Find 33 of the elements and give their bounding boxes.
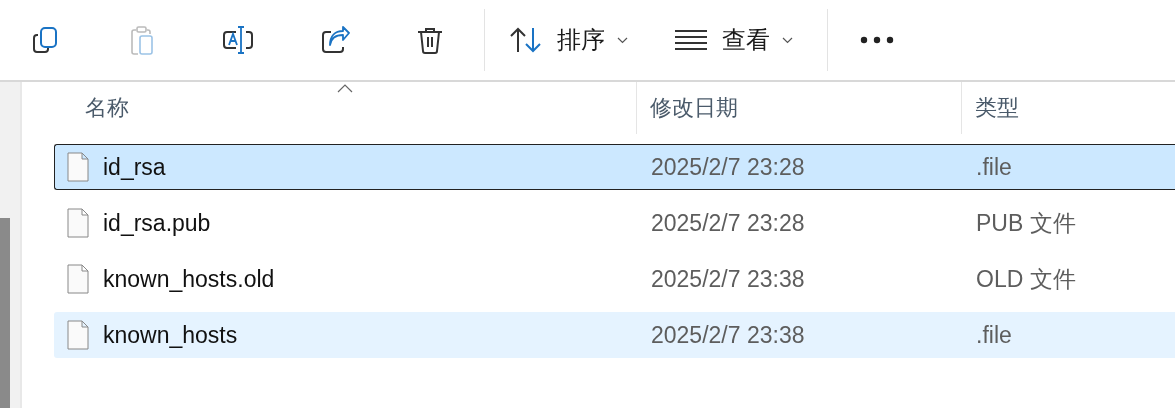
file-icon: [67, 320, 89, 350]
column-header[interactable]: 名称: [54, 82, 637, 134]
list-view-icon: [674, 29, 708, 51]
file-type: .file: [976, 321, 1012, 349]
rename-icon: [221, 24, 255, 56]
file-row[interactable]: known_hosts.old 2025/2/7 23:38 OLD 文件: [54, 256, 1175, 302]
more-icon: [860, 36, 894, 44]
column-header[interactable]: 修改日期: [637, 82, 962, 134]
file-row[interactable]: id_rsa 2025/2/7 23:28 .file: [54, 144, 1175, 190]
file-icon: [67, 152, 89, 182]
file-row[interactable]: known_hosts 2025/2/7 23:38 .file: [54, 312, 1175, 358]
scrollbar-thumb[interactable]: [0, 218, 10, 408]
chevron-down-icon: [617, 36, 628, 44]
modified-date: 2025/2/7 23:38: [651, 321, 805, 349]
file-name: id_rsa: [103, 153, 166, 181]
sort-ascending-icon: [337, 84, 353, 93]
chevron-down-icon: [782, 36, 793, 44]
file-icon: [67, 208, 89, 238]
column-header[interactable]: 类型: [962, 82, 1175, 134]
modified-date: 2025/2/7 23:28: [651, 209, 805, 237]
file-name: known_hosts.old: [103, 265, 275, 293]
sort-button[interactable]: 排序: [509, 18, 628, 62]
file-name: id_rsa.pub: [103, 209, 211, 237]
file-name: known_hosts: [103, 321, 238, 349]
file-type: OLD 文件: [976, 264, 1076, 294]
modified-date: 2025/2/7 23:38: [651, 265, 805, 293]
view-button[interactable]: 查看: [674, 18, 793, 62]
file-type: .file: [976, 153, 1012, 181]
file-icon: [67, 264, 89, 294]
sort-icon: [509, 26, 543, 54]
modified-date: 2025/2/7 23:28: [651, 153, 805, 181]
file-type: PUB 文件: [976, 208, 1076, 238]
file-row[interactable]: id_rsa.pub 2025/2/7 23:28 PUB 文件: [54, 200, 1175, 246]
